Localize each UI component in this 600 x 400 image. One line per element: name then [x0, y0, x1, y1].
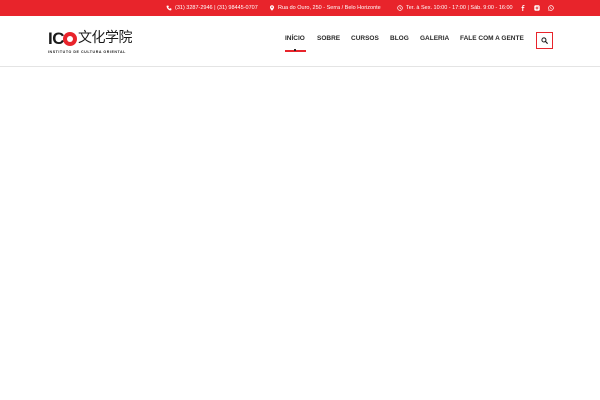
nav-item-inicio[interactable]: INÍCIO — [285, 35, 305, 42]
facebook-icon — [521, 5, 525, 11]
page-content-area — [0, 68, 600, 400]
instagram-link[interactable] — [534, 5, 540, 11]
map-marker-icon — [269, 5, 275, 11]
site-logo[interactable]: IC 文化学院 INSTITUTO DE CULTURA ORIENTAL — [48, 29, 158, 57]
phone-numbers: (31) 3287-2946 | (31) 98445-0707 — [175, 5, 258, 11]
phone-icon — [166, 5, 172, 11]
logo-letters: IC — [48, 29, 65, 48]
social-links — [520, 0, 554, 16]
active-nav-dot — [294, 49, 296, 51]
phone-info: (31) 3287-2946 | (31) 98445-0707 — [166, 0, 258, 16]
logo-mark: IC 文化学院 — [48, 29, 158, 48]
nav-item-blog[interactable]: BLOG — [390, 35, 409, 42]
address-text: Rua do Ouro, 250 - Serra / Belo Horizont… — [278, 5, 381, 11]
nav-item-galeria[interactable]: GALERIA — [420, 35, 449, 42]
logo-ring-icon — [63, 31, 77, 46]
hours-info: Ter. à Sex. 10:00 - 17:00 | Sáb. 9:00 - … — [397, 0, 513, 16]
search-icon — [541, 37, 548, 44]
facebook-link[interactable] — [520, 5, 526, 11]
instagram-icon — [534, 5, 540, 11]
whatsapp-icon — [548, 5, 554, 11]
clock-icon — [397, 5, 403, 11]
top-info-bar: (31) 3287-2946 | (31) 98445-0707 Rua do … — [0, 0, 600, 16]
nav-item-sobre[interactable]: SOBRE — [317, 35, 340, 42]
nav-item-fale-com-a-gente[interactable]: FALE COM A GENTE — [460, 35, 524, 42]
address-info: Rua do Ouro, 250 - Serra / Belo Horizont… — [269, 0, 381, 16]
nav-item-cursos[interactable]: CURSOS — [351, 35, 379, 42]
logo-subtitle: INSTITUTO DE CULTURA ORIENTAL — [48, 50, 126, 54]
whatsapp-link[interactable] — [548, 5, 554, 11]
site-header: IC 文化学院 INSTITUTO DE CULTURA ORIENTAL IN… — [0, 16, 600, 67]
hours-text: Ter. à Sex. 10:00 - 17:00 | Sáb. 9:00 - … — [406, 5, 513, 11]
logo-kanji: 文化学院 — [78, 30, 133, 46]
search-button[interactable] — [536, 32, 553, 49]
